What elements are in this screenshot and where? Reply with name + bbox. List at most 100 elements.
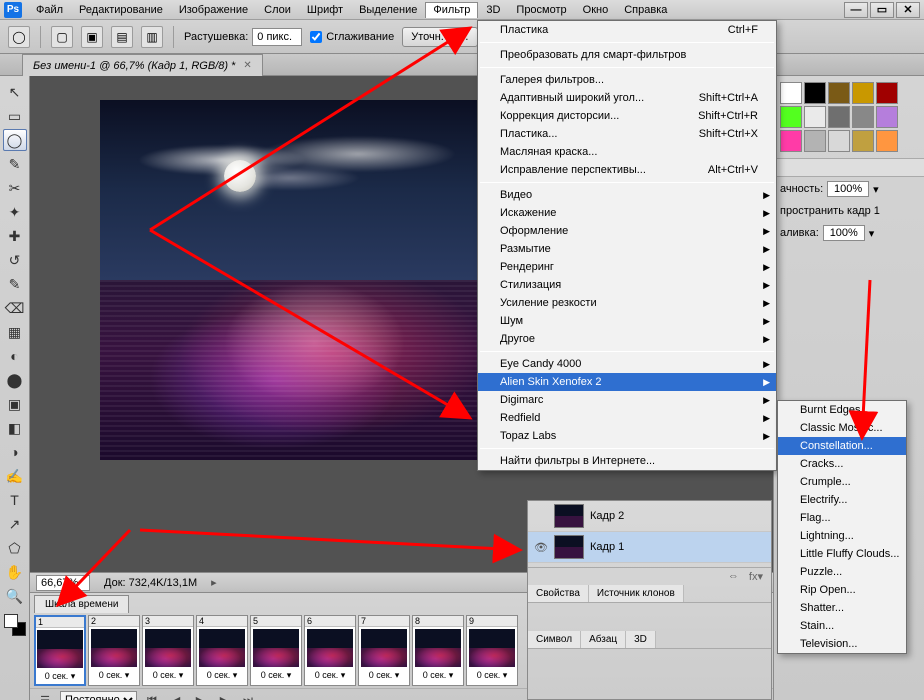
frame-6[interactable]: 60 сек. ▾	[304, 615, 356, 686]
menu-item[interactable]: Пластика...Shift+Ctrl+X	[478, 125, 776, 143]
menu-item[interactable]: Масляная краска...	[478, 143, 776, 161]
tool-11[interactable]: ◐	[3, 345, 27, 367]
menu-фильтр[interactable]: Фильтр	[425, 2, 478, 18]
menu-item[interactable]: Рендеринг▶	[478, 258, 776, 276]
menu-item[interactable]: Другое▶	[478, 330, 776, 348]
selection-mode-sub-icon[interactable]: ▤	[111, 26, 133, 48]
swatch[interactable]	[828, 82, 850, 104]
tab-properties[interactable]: Свойства	[528, 585, 589, 602]
submenu-item[interactable]: Flag...	[778, 509, 906, 527]
tab-3d[interactable]: 3D	[626, 631, 656, 648]
tool-14[interactable]: ◧	[3, 417, 27, 439]
refine-edge-button[interactable]: Уточн. кр…	[402, 27, 478, 47]
tab-clone-source[interactable]: Источник клонов	[589, 585, 684, 602]
menu-item[interactable]: Галерея фильтров...	[478, 71, 776, 89]
submenu-item[interactable]: Lightning...	[778, 527, 906, 545]
menu-просмотр[interactable]: Просмотр	[508, 2, 574, 18]
tool-9[interactable]: ⌫	[3, 297, 27, 319]
menu-item[interactable]: Преобразовать для смарт-фильтров	[478, 46, 776, 64]
submenu-item[interactable]: Rip Open...	[778, 581, 906, 599]
frame-4[interactable]: 40 сек. ▾	[196, 615, 248, 686]
chevron-down-icon[interactable]: ▾	[873, 183, 879, 196]
menu-item[interactable]: Стилизация▶	[478, 276, 776, 294]
menu-item[interactable]: Alien Skin Xenofex 2▶	[478, 373, 776, 391]
submenu-item[interactable]: Shatter...	[778, 599, 906, 617]
tool-preset-icon[interactable]: ◯	[8, 26, 30, 48]
menu-item[interactable]: Адаптивный широкий угол...Shift+Ctrl+A	[478, 89, 776, 107]
feather-input[interactable]	[252, 28, 302, 46]
menu-item[interactable]: Оформление▶	[478, 222, 776, 240]
frame-1[interactable]: 10 сек. ▾	[34, 615, 86, 686]
tool-1[interactable]: ▭	[3, 105, 27, 127]
tool-18[interactable]: ↗	[3, 513, 27, 535]
link-icon[interactable]: ⇔	[728, 570, 739, 583]
close-icon[interactable]: ✕	[243, 60, 251, 71]
play-icon[interactable]: ▶	[191, 692, 209, 700]
tool-5[interactable]: ✦	[3, 201, 27, 223]
submenu-item[interactable]: Cracks...	[778, 455, 906, 473]
antialias-checkbox[interactable]: Сглаживание	[310, 31, 394, 43]
menu-item[interactable]: Найти фильтры в Интернете...	[478, 452, 776, 470]
selection-mode-new-icon[interactable]: ▢	[51, 26, 73, 48]
tool-0[interactable]: ↖	[3, 81, 27, 103]
menu-изображение[interactable]: Изображение	[171, 2, 256, 18]
submenu-item[interactable]: Classic Mosaic...	[778, 419, 906, 437]
document-tab[interactable]: Без имени-1 @ 66,7% (Кадр 1, RGB/8) * ✕	[22, 54, 263, 76]
frame-7[interactable]: 70 сек. ▾	[358, 615, 410, 686]
menu-слои[interactable]: Слои	[256, 2, 299, 18]
menu-item[interactable]: Коррекция дисторсии...Shift+Ctrl+R	[478, 107, 776, 125]
menu-item[interactable]: Усиление резкости▶	[478, 294, 776, 312]
menu-item[interactable]: Redfield▶	[478, 409, 776, 427]
zoom-input[interactable]	[36, 575, 90, 591]
submenu-item[interactable]: Television...	[778, 635, 906, 653]
tab-paragraph[interactable]: Абзац	[581, 631, 626, 648]
selection-mode-intersect-icon[interactable]: ▥	[141, 26, 163, 48]
tool-21[interactable]: 🔍	[3, 585, 27, 607]
antialias-box[interactable]	[310, 31, 322, 43]
submenu-item[interactable]: Crumple...	[778, 473, 906, 491]
menu-3d[interactable]: 3D	[478, 2, 508, 18]
menu-редактирование[interactable]: Редактирование	[71, 2, 171, 18]
swatch[interactable]	[804, 82, 826, 104]
submenu-item[interactable]: Constellation...	[778, 437, 906, 455]
chevron-right-icon[interactable]: ▸	[211, 576, 217, 589]
last-frame-icon[interactable]: ⏭	[239, 692, 257, 700]
menu-окно[interactable]: Окно	[575, 2, 617, 18]
menu-item[interactable]: Topaz Labs▶	[478, 427, 776, 445]
menu-item[interactable]: Размытие▶	[478, 240, 776, 258]
swatch[interactable]	[852, 82, 874, 104]
swatch[interactable]	[852, 130, 874, 152]
submenu-item[interactable]: Electrify...	[778, 491, 906, 509]
menu-справка[interactable]: Справка	[616, 2, 675, 18]
menu-файл[interactable]: Файл	[28, 2, 71, 18]
frame-3[interactable]: 30 сек. ▾	[142, 615, 194, 686]
next-frame-icon[interactable]: ▶	[215, 692, 233, 700]
prev-frame-icon[interactable]: ◀	[167, 692, 185, 700]
minimize-button[interactable]: —	[844, 2, 868, 18]
menu-item[interactable]: Исправление перспективы...Alt+Ctrl+V	[478, 161, 776, 179]
swatch[interactable]	[804, 106, 826, 128]
close-button[interactable]: ✕	[896, 2, 920, 18]
submenu-item[interactable]: Little Fluffy Clouds...	[778, 545, 906, 563]
swatch[interactable]	[876, 130, 898, 152]
propagate-row[interactable]: пространить кадр 1	[774, 201, 924, 221]
frame-9[interactable]: 90 сек. ▾	[466, 615, 518, 686]
fx-icon[interactable]: fx▾	[749, 570, 763, 583]
swatch[interactable]	[780, 106, 802, 128]
menu-item[interactable]: Искажение▶	[478, 204, 776, 222]
menu-item[interactable]: Eye Candy 4000▶	[478, 355, 776, 373]
tab-character[interactable]: Символ	[528, 631, 581, 648]
timeline-tab[interactable]: Шкала времени	[34, 595, 129, 613]
opacity-input[interactable]	[827, 181, 869, 197]
chevron-down-icon[interactable]: ▾	[869, 227, 875, 240]
menu-item[interactable]: Видео▶	[478, 186, 776, 204]
menu-выделение[interactable]: Выделение	[351, 2, 425, 18]
timeline-menu-icon[interactable]: ☰	[36, 692, 54, 700]
swatch[interactable]	[876, 82, 898, 104]
layer-row[interactable]: Кадр 2	[528, 501, 771, 532]
submenu-item[interactable]: Puzzle...	[778, 563, 906, 581]
swatch[interactable]	[828, 106, 850, 128]
swatch[interactable]	[780, 130, 802, 152]
tool-17[interactable]: T	[3, 489, 27, 511]
tool-12[interactable]: ⬤	[3, 369, 27, 391]
